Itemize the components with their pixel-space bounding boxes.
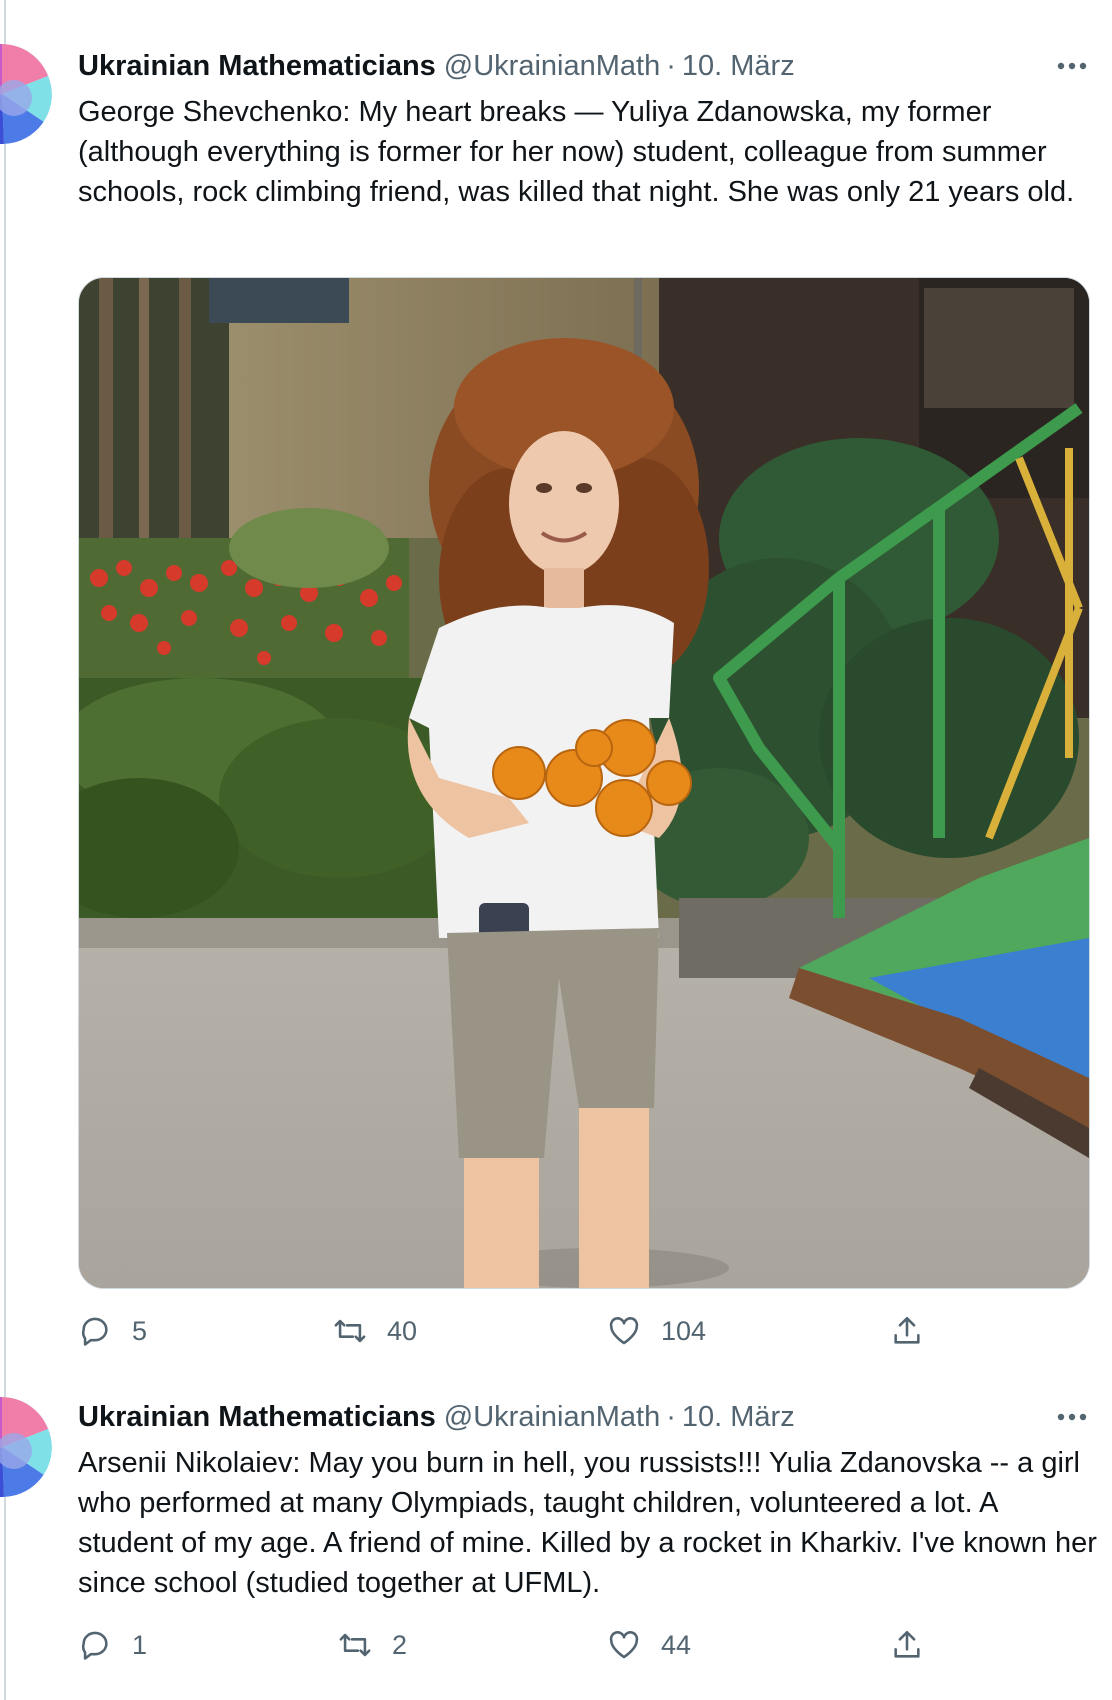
tweet-1[interactable]: Ukrainian Mathematicians @UkrainianMath …	[0, 0, 1112, 1370]
reply-button[interactable]: 1	[78, 1620, 147, 1670]
tweet-header: Ukrainian Mathematicians @UkrainianMath …	[78, 1397, 795, 1437]
retweet-icon	[339, 1633, 371, 1657]
tweet-2[interactable]: Ukrainian Mathematicians @UkrainianMath …	[0, 1350, 1112, 1700]
tweet-date[interactable]: 10. März	[682, 1397, 795, 1437]
tweet-date[interactable]: 10. März	[682, 46, 795, 86]
heart-icon	[609, 1631, 639, 1659]
header-separator: ·	[666, 1401, 676, 1433]
more-horizontal-icon	[1057, 1413, 1087, 1421]
retweet-count: 40	[387, 1315, 418, 1346]
tweet-actions: 1 2 44	[0, 1620, 1112, 1670]
heart-icon	[609, 1317, 639, 1345]
share-icon	[894, 1316, 920, 1344]
reply-icon	[81, 1631, 108, 1660]
reply-count: 5	[132, 1315, 148, 1346]
author-handle[interactable]: @UkrainianMath	[444, 1397, 660, 1437]
author-name[interactable]: Ukrainian Mathematicians	[78, 1397, 436, 1437]
like-count: 44	[661, 1629, 692, 1660]
tweet-text: George Shevchenko: My heart breaks — Yul…	[78, 96, 1075, 208]
author-name[interactable]: Ukrainian Mathematicians	[78, 46, 436, 86]
retweet-button[interactable]: 2	[338, 1620, 407, 1670]
retweet-count: 2	[392, 1629, 408, 1660]
retweet-icon	[334, 1319, 366, 1343]
tweet-actions: 5 40 104	[0, 1306, 1112, 1356]
header-separator: ·	[666, 50, 676, 82]
share-button[interactable]	[890, 1620, 924, 1670]
author-handle[interactable]: @UkrainianMath	[444, 46, 660, 86]
reply-button[interactable]: 5	[78, 1306, 147, 1356]
retweet-button[interactable]: 40	[333, 1306, 417, 1356]
tweet-photo[interactable]	[78, 277, 1090, 1289]
reply-icon	[81, 1317, 108, 1346]
more-options-button[interactable]	[1052, 46, 1092, 86]
author-avatar[interactable]	[0, 44, 52, 144]
like-count: 104	[661, 1315, 707, 1346]
share-icon	[894, 1630, 920, 1658]
share-button[interactable]	[890, 1306, 924, 1356]
more-horizontal-icon	[1057, 62, 1087, 70]
tweet-text: Arsenii Nikolaiev: May you burn in hell,…	[78, 1447, 1097, 1599]
like-button[interactable]: 104	[607, 1306, 706, 1356]
author-avatar[interactable]	[0, 1397, 52, 1497]
tweet-header: Ukrainian Mathematicians @UkrainianMath …	[78, 46, 795, 86]
more-options-button[interactable]	[1052, 1397, 1092, 1437]
like-button[interactable]: 44	[607, 1620, 691, 1670]
reply-count: 1	[132, 1629, 148, 1660]
photo-girl-holding-oranges	[79, 278, 1089, 1288]
